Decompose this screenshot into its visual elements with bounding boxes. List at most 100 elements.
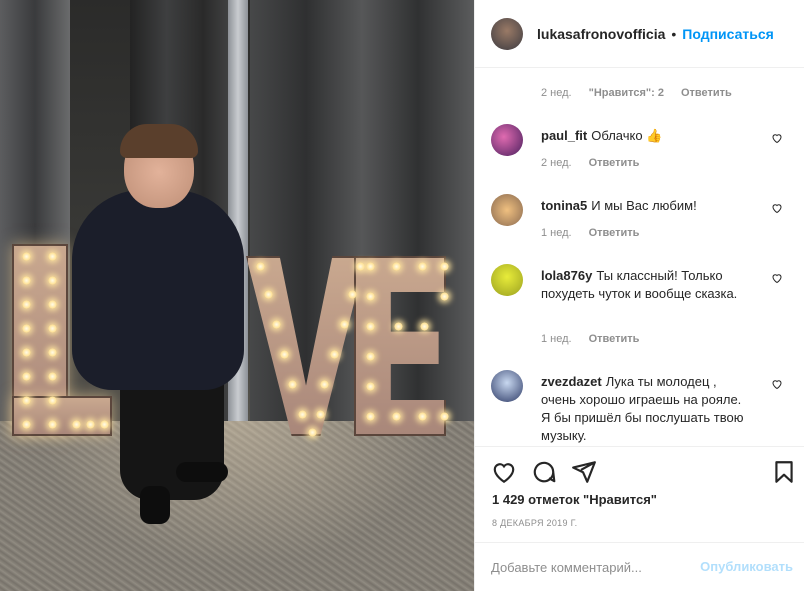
- bookmark-icon[interactable]: [771, 459, 797, 485]
- light-bulb: [48, 420, 57, 429]
- light-bulb: [308, 428, 317, 437]
- light-bulb: [366, 352, 375, 361]
- light-bulb: [22, 324, 31, 333]
- light-bulb: [48, 348, 57, 357]
- commenter-avatar[interactable]: [491, 194, 523, 226]
- light-bulb: [418, 262, 427, 271]
- comment-time: 1 нед.: [541, 333, 572, 345]
- light-bulb: [366, 262, 375, 271]
- commenter-username[interactable]: tonina5: [541, 198, 587, 213]
- comment-item: zvezdazet Лука ты молодец , очень хорошо …: [491, 370, 791, 446]
- add-comment-bar: Опубликовать: [475, 542, 804, 591]
- light-bulb: [22, 372, 31, 381]
- follow-button[interactable]: Подписаться: [682, 26, 774, 42]
- comment-icon[interactable]: [531, 459, 557, 485]
- commenter-avatar[interactable]: [491, 124, 523, 156]
- small-heart-icon[interactable]: [771, 202, 783, 214]
- light-bulb: [320, 380, 329, 389]
- comment-item: paul_fit Облачко 👍: [491, 124, 791, 174]
- light-bulb: [392, 262, 401, 271]
- light-bulb: [48, 276, 57, 285]
- comment-meta-row: 2 нед. "Нравится": 2 Ответить: [541, 87, 732, 99]
- comment-item: lola876y Ты классный! Только похудеть чут…: [491, 264, 791, 344]
- light-bulb: [22, 300, 31, 309]
- comment-meta-row: 1 нед. Ответить: [541, 333, 639, 345]
- comment-body: И мы Вас любим!: [591, 198, 697, 213]
- post-actions: 1 429 отметок "Нравится" 8 ДЕКАБРЯ 2019 …: [475, 446, 804, 542]
- comment-input[interactable]: [491, 557, 691, 577]
- heart-icon[interactable]: [491, 459, 517, 485]
- floor-carpet: [0, 421, 474, 591]
- light-bulb: [418, 412, 427, 421]
- commenter-avatar[interactable]: [491, 264, 523, 296]
- light-bulb: [394, 322, 403, 331]
- light-bulb: [440, 292, 449, 301]
- light-bulb: [48, 372, 57, 381]
- comment-time: 2 нед.: [541, 157, 572, 169]
- light-bulb: [440, 412, 449, 421]
- comment-text: tonina5 И мы Вас любим!: [541, 197, 751, 215]
- light-bulb: [272, 320, 281, 329]
- reply-button[interactable]: Ответить: [681, 87, 732, 99]
- small-heart-icon[interactable]: [771, 378, 783, 390]
- light-bulb: [366, 322, 375, 331]
- publish-button[interactable]: Опубликовать: [700, 559, 793, 574]
- commenter-username[interactable]: paul_fit: [541, 128, 587, 143]
- light-bulb: [366, 412, 375, 421]
- reply-button[interactable]: Ответить: [589, 227, 640, 239]
- light-bulb: [22, 252, 31, 261]
- comment-time: 2 нед.: [541, 87, 572, 99]
- light-bulb: [298, 410, 307, 419]
- light-bulb: [392, 412, 401, 421]
- comment-text: paul_fit Облачко 👍: [541, 127, 751, 145]
- light-bulb: [366, 382, 375, 391]
- share-icon[interactable]: [571, 459, 597, 485]
- light-bulb: [48, 300, 57, 309]
- header-separator: •: [671, 25, 677, 42]
- person-shoe-right: [176, 462, 228, 482]
- light-bulb: [22, 276, 31, 285]
- light-bulb: [440, 262, 449, 271]
- author-username[interactable]: lukasafronovofficia: [537, 26, 665, 42]
- small-heart-icon[interactable]: [771, 272, 783, 284]
- light-bulb: [288, 380, 297, 389]
- reply-button[interactable]: Ответить: [589, 157, 640, 169]
- commenter-username[interactable]: zvezdazet: [541, 374, 602, 389]
- light-bulb: [316, 410, 325, 419]
- likes-count[interactable]: 1 429 отметок "Нравится": [492, 492, 657, 507]
- letter-e: [354, 256, 446, 436]
- commenter-username[interactable]: lola876y: [541, 268, 592, 283]
- small-heart-icon[interactable]: [771, 132, 783, 144]
- post-photo[interactable]: [0, 0, 474, 591]
- light-bulb: [48, 252, 57, 261]
- post-side-panel: lukasafronovofficia • Подписаться 2 нед.…: [474, 0, 804, 591]
- light-bulb: [330, 350, 339, 359]
- light-bulb: [420, 322, 429, 331]
- comment-body: Облачко 👍: [591, 128, 663, 143]
- post-header: lukasafronovofficia • Подписаться: [475, 0, 804, 68]
- light-bulb: [86, 420, 95, 429]
- post-date[interactable]: 8 ДЕКАБРЯ 2019 Г.: [492, 518, 577, 528]
- person-hair: [120, 124, 198, 158]
- commenter-avatar[interactable]: [491, 370, 523, 402]
- light-bulb: [356, 262, 365, 271]
- light-bulb: [256, 262, 265, 271]
- comment-meta-row: 1 нед. Ответить: [541, 227, 639, 239]
- comments-list[interactable]: 2 нед. "Нравится": 2 Ответить paul_fit Об…: [475, 68, 804, 446]
- comment-likes-count[interactable]: "Нравится": 2: [589, 87, 664, 99]
- light-bulb: [340, 320, 349, 329]
- light-bulb: [22, 420, 31, 429]
- light-bulb: [48, 396, 57, 405]
- light-bulb: [22, 396, 31, 405]
- person-shoe-left: [140, 486, 170, 524]
- comment-text: zvezdazet Лука ты молодец , очень хорошо …: [541, 373, 751, 445]
- reply-button[interactable]: Ответить: [589, 333, 640, 345]
- light-bulb: [72, 420, 81, 429]
- light-bulb: [264, 290, 273, 299]
- light-bulb: [48, 324, 57, 333]
- comment-time: 1 нед.: [541, 227, 572, 239]
- author-avatar[interactable]: [491, 17, 523, 50]
- comment-text: lola876y Ты классный! Только похудеть чут…: [541, 267, 751, 303]
- light-bulb: [100, 420, 109, 429]
- person-body: [72, 190, 244, 390]
